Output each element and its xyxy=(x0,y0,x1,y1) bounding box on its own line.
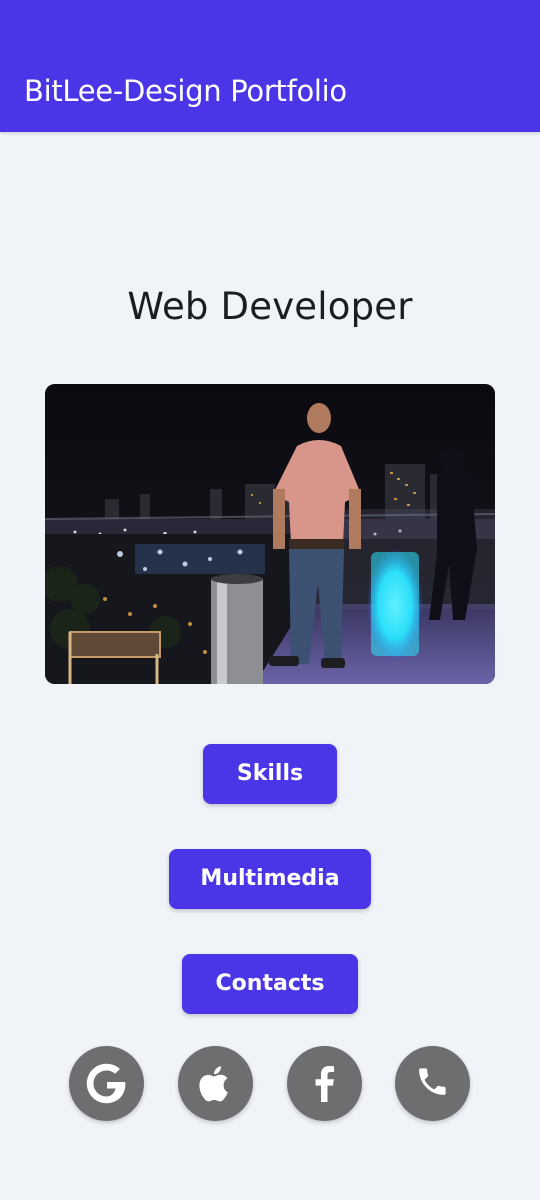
facebook-button[interactable] xyxy=(287,1046,362,1121)
app-bar: BitLee-Design Portfolio xyxy=(0,0,540,132)
facebook-icon xyxy=(315,1066,334,1102)
multimedia-button[interactable]: Multimedia xyxy=(169,849,371,909)
profile-photo xyxy=(45,384,495,684)
google-button[interactable] xyxy=(69,1046,144,1121)
phone-button[interactable] xyxy=(395,1046,470,1121)
skills-button[interactable]: Skills xyxy=(203,744,337,804)
contacts-button[interactable]: Contacts xyxy=(182,954,358,1014)
apple-icon xyxy=(199,1066,228,1102)
phone-icon xyxy=(419,1068,446,1095)
page-headline: Web Developer xyxy=(127,285,413,328)
google-icon xyxy=(86,1063,126,1104)
app-title: BitLee-Design Portfolio xyxy=(24,74,347,108)
apple-button[interactable] xyxy=(178,1046,253,1121)
